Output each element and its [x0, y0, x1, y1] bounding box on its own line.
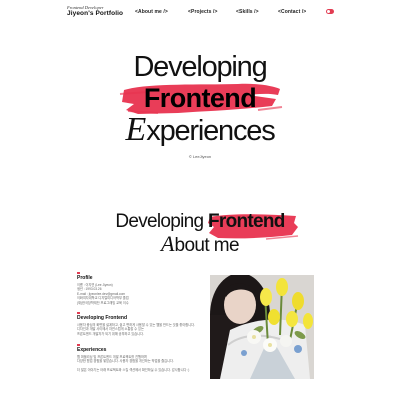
about-heading-line-2: About me	[0, 232, 400, 258]
about-heading-initial: A	[161, 231, 175, 256]
section-marker	[77, 312, 80, 314]
section-title: Developing Frontend	[77, 314, 127, 321]
about-heading-plain: Developing	[115, 211, 208, 232]
section-marker	[77, 344, 80, 346]
hero-credit: © LeeJiyeon	[188, 154, 212, 159]
experiences-section: Experiences 웹 퍼블리싱 및 프론트엔드 개발 프로젝트를 진행하며…	[77, 344, 202, 364]
experiences-line: 다양한 협업 경험을 쌓았습니다. 사용자 경험을 개선하는 작업을 즐깁니다.	[77, 359, 174, 364]
nav-contact[interactable]: <Contact />	[278, 9, 306, 15]
hero-title-line-2: Frontend	[143, 83, 257, 113]
profile-photo-image	[210, 275, 314, 379]
theme-toggle-icon[interactable]	[326, 9, 334, 14]
brand-name: Jiyeon's Portfolio	[67, 10, 124, 17]
profile-line: (재)한국장학재단 프로그래밍 교육 이수	[77, 300, 129, 305]
site-header: Frontend Developer Jiyeon's Portfolio <A…	[0, 0, 400, 24]
profile-section: Profile 이름 : 이지연 (Lee Jiyeon) 생년 : 1993.…	[77, 272, 202, 305]
brand[interactable]: Frontend Developer Jiyeon's Portfolio	[67, 5, 123, 18]
nav-projects[interactable]: <Projects />	[188, 9, 218, 15]
about-footnote: 더 많은 이야기는 아래 프로젝트와 스킬 섹션에서 확인하실 수 있습니다. …	[77, 368, 190, 372]
about-heading-bold: Frontend	[207, 211, 285, 232]
hero-line-3-rest: xperiences	[146, 115, 275, 147]
section-marker	[77, 272, 80, 274]
nav-about-me[interactable]: <About me />	[135, 9, 168, 15]
hero-title-line-1: Developing	[133, 51, 267, 83]
nav-skills[interactable]: <Skills />	[236, 9, 259, 15]
about-heading-line-1: Developing Frontend	[0, 210, 400, 234]
developing-line: 프론트엔드 개발자가 되기 위해 공부하고 있습니다.	[77, 331, 144, 336]
section-title: Experiences	[77, 346, 107, 353]
section-title: Profile	[77, 274, 93, 281]
profile-photo	[210, 275, 314, 379]
developing-section: Developing Frontend 사용자 중심의 화면을 설계하고, 쉽고…	[77, 312, 202, 336]
